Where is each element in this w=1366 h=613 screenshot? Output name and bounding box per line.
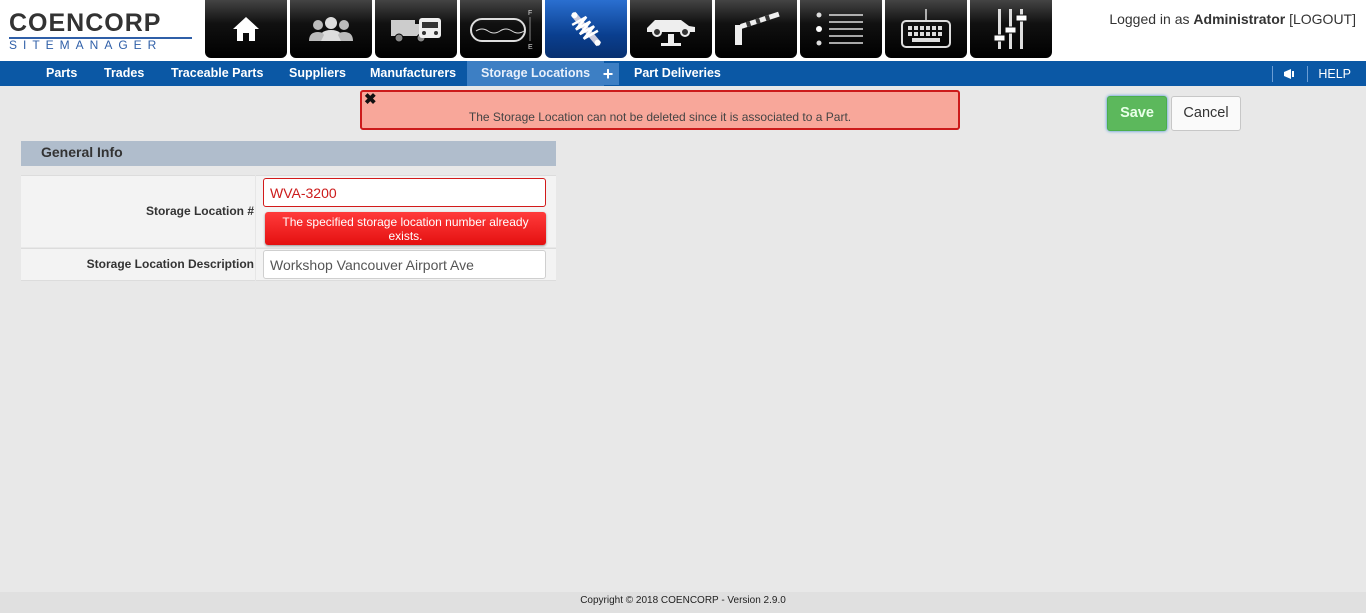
sliders-icon [991, 7, 1031, 51]
module-fuel-button[interactable]: FE [460, 0, 542, 58]
home-icon [232, 16, 260, 42]
users-icon [309, 16, 353, 42]
nav-right: HELP [1272, 61, 1366, 86]
footer: Copyright © 2018 COENCORP - Version 2.9.… [0, 592, 1366, 613]
nav-item-manufacturers[interactable]: Manufacturers [370, 61, 456, 86]
help-link[interactable]: HELP [1308, 67, 1366, 81]
nav-item-traceable-parts[interactable]: Traceable Parts [171, 61, 263, 86]
nav-item-storage-locations[interactable]: Storage Locations [467, 61, 605, 86]
save-button[interactable]: Save [1107, 96, 1167, 131]
nav-item-suppliers[interactable]: Suppliers [289, 61, 346, 86]
barrier-gate-icon [731, 11, 781, 47]
logo-brand: COENCORP [9, 9, 162, 37]
error-alert: ✖ The Storage Location can not be delete… [360, 90, 960, 130]
announcement-flag-icon[interactable] [1273, 68, 1307, 80]
add-storage-location-button[interactable]: + [597, 63, 619, 85]
nav-item-part-deliveries[interactable]: Part Deliveries [634, 61, 721, 86]
svg-text:F: F [528, 10, 532, 17]
module-list-button[interactable] [800, 0, 882, 58]
module-lift-button[interactable] [630, 0, 712, 58]
svg-text:E: E [528, 44, 533, 51]
location-number-label: Storage Location # [145, 204, 254, 218]
module-settings-button[interactable] [970, 0, 1052, 58]
validation-error-tooltip: The specified storage location number al… [265, 212, 546, 245]
user-status: Logged in as Administrator [LOGOUT] [1109, 11, 1356, 27]
close-icon[interactable]: ✖ [364, 92, 377, 108]
description-input[interactable] [263, 250, 546, 279]
module-home-button[interactable] [205, 0, 287, 58]
trucks-icon [389, 14, 443, 44]
section-header: General Info [21, 141, 556, 166]
coencorp-logo[interactable]: COENCORP SITEMANAGER [9, 10, 195, 54]
logo-product: SITEMANAGER [9, 38, 163, 52]
form-column-divider [255, 175, 256, 281]
module-vehicles-button[interactable] [375, 0, 457, 58]
car-lift-icon [643, 12, 699, 46]
main-nav: Parts Trades Traceable Parts Suppliers M… [0, 61, 1366, 86]
app-header: COENCORP SITEMANAGER FE Logged in as Adm… [0, 0, 1366, 61]
module-keyboard-button[interactable] [885, 0, 967, 58]
cancel-button[interactable]: Cancel [1171, 96, 1241, 131]
section-title: General Info [41, 144, 123, 160]
logout-link[interactable]: [LOGOUT] [1289, 11, 1356, 27]
nav-item-parts[interactable]: Parts [46, 61, 77, 86]
user-name: Administrator [1193, 11, 1286, 27]
module-users-button[interactable] [290, 0, 372, 58]
module-gate-button[interactable] [715, 0, 797, 58]
fuel-tank-icon: FE [468, 7, 534, 51]
alert-message: The Storage Location can not be deleted … [468, 110, 852, 124]
nav-item-trades[interactable]: Trades [104, 61, 144, 86]
logo-divider [9, 37, 192, 39]
list-icon [815, 11, 867, 47]
location-number-input[interactable] [263, 178, 546, 207]
description-label: Storage Location Description [86, 257, 254, 271]
user-prefix: Logged in as [1109, 11, 1190, 27]
shock-absorber-icon [564, 7, 608, 51]
module-parts-button[interactable] [545, 0, 627, 58]
keyboard-icon [900, 9, 952, 49]
